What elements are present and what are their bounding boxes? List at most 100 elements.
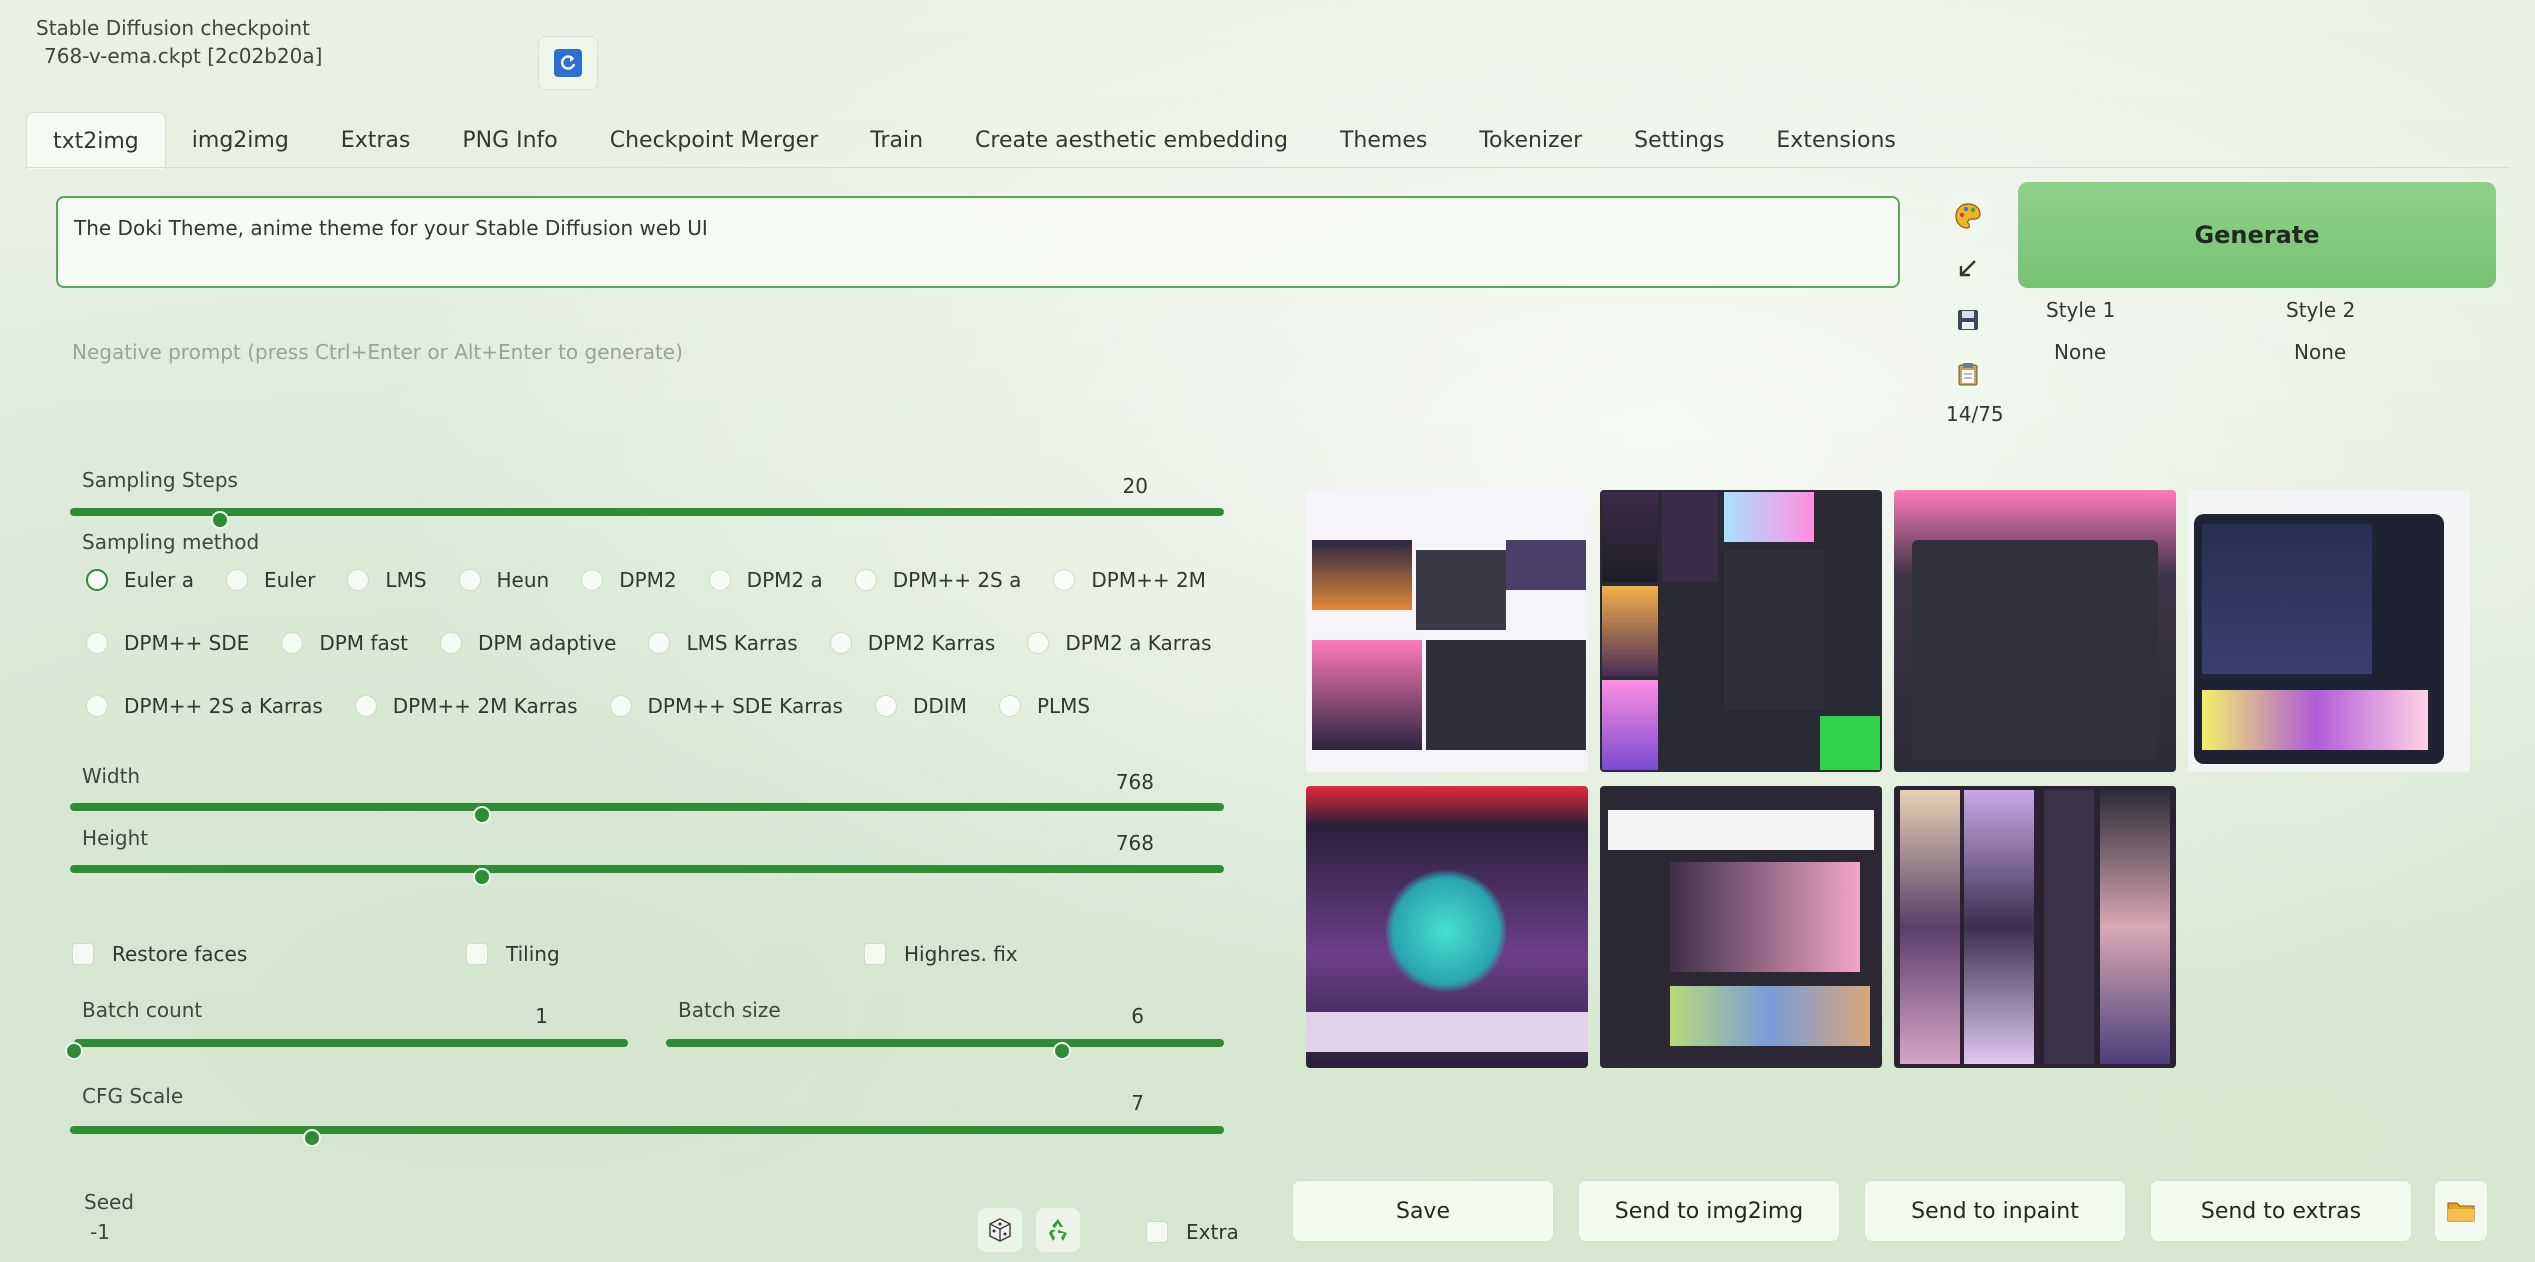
batch-size-value[interactable]: 6 — [1064, 1004, 1144, 1028]
radio-dot — [86, 695, 108, 717]
sampler-option[interactable]: DPM adaptive — [430, 621, 629, 665]
random-seed-button[interactable] — [978, 1208, 1022, 1252]
batch-count-value[interactable]: 1 — [468, 1004, 548, 1028]
style1-label: Style 1 — [2046, 298, 2116, 322]
slider-thumb[interactable] — [303, 1129, 322, 1147]
tab-extras[interactable]: Extras — [315, 112, 437, 168]
sampling-method-label: Sampling method — [82, 530, 260, 554]
cfg-scale-slider[interactable] — [70, 1126, 1224, 1147]
sampler-option[interactable]: DPM2 — [571, 558, 688, 602]
highres-fix-checkbox[interactable]: Highres. fix — [864, 942, 1018, 966]
save-style-button[interactable] — [1946, 298, 1990, 342]
radio-dot — [86, 632, 108, 654]
slider-thumb[interactable] — [211, 511, 230, 529]
save-button[interactable]: Save — [1292, 1180, 1554, 1242]
tab-extensions[interactable]: Extensions — [1750, 112, 1921, 168]
sampler-option[interactable]: DPM++ 2M — [1043, 558, 1218, 602]
tab-tokenizer[interactable]: Tokenizer — [1453, 112, 1608, 168]
tab-themes[interactable]: Themes — [1314, 112, 1453, 168]
reuse-seed-button[interactable] — [1036, 1208, 1080, 1252]
slider-track — [70, 803, 1224, 811]
open-folder-button[interactable] — [2434, 1180, 2488, 1242]
gallery-image[interactable] — [1600, 786, 1882, 1068]
refresh-checkpoint-button[interactable] — [538, 36, 598, 90]
read-params-button[interactable] — [1946, 246, 1990, 290]
gallery-image[interactable] — [1306, 490, 1588, 772]
slider-thumb[interactable] — [65, 1042, 83, 1060]
slider-track — [74, 1039, 628, 1047]
height-label: Height — [82, 826, 149, 850]
sampler-option[interactable]: LMS Karras — [638, 621, 809, 665]
sampler-option[interactable]: DPM++ 2M Karras — [345, 684, 590, 728]
tab-png-info[interactable]: PNG Info — [436, 112, 583, 168]
slider-thumb[interactable] — [472, 868, 491, 886]
cfg-scale-label: CFG Scale — [82, 1084, 184, 1108]
checkbox-box — [466, 943, 488, 965]
generate-button[interactable]: Generate — [2018, 182, 2496, 288]
tiling-checkbox[interactable]: Tiling — [466, 942, 560, 966]
send-to-img2img-button[interactable]: Send to img2img — [1578, 1180, 1840, 1242]
sampling-steps-value[interactable]: 20 — [1068, 474, 1148, 498]
sampler-option[interactable]: Euler a — [76, 558, 206, 602]
radio-dot — [439, 632, 462, 654]
gallery-image[interactable] — [1600, 490, 1882, 772]
tab-train[interactable]: Train — [844, 112, 949, 168]
save-icon — [1958, 310, 1978, 330]
sampler-option[interactable]: PLMS — [989, 684, 1102, 728]
sampler-option[interactable]: DPM2 a — [699, 558, 835, 602]
cfg-scale-value[interactable]: 7 — [1064, 1091, 1144, 1115]
sampler-option[interactable]: DPM2 a Karras — [1017, 621, 1223, 665]
tab-checkpoint-merger[interactable]: Checkpoint Merger — [584, 112, 845, 168]
prompt-input[interactable]: The Doki Theme, anime theme for your Sta… — [56, 196, 1900, 288]
extra-seed-checkbox[interactable]: Extra — [1146, 1220, 1239, 1244]
batch-count-slider[interactable] — [65, 1039, 628, 1060]
arrow-icon — [1959, 260, 1976, 277]
slider-track — [70, 508, 1224, 516]
sampler-option[interactable]: DPM++ SDE — [76, 621, 261, 665]
send-to-extras-button[interactable]: Send to extras — [2150, 1180, 2412, 1242]
sampler-option[interactable]: DPM++ SDE Karras — [600, 684, 855, 728]
width-slider[interactable] — [70, 803, 1224, 824]
tab-txt2img[interactable]: txt2img — [26, 112, 166, 169]
checkpoint-dropdown[interactable]: 768-v-ema.ckpt [2c02b20a] — [44, 44, 322, 68]
style2-dropdown[interactable]: None — [2294, 340, 2346, 364]
sampler-option[interactable]: DPM fast — [271, 621, 420, 665]
style1-dropdown[interactable]: None — [2054, 340, 2106, 364]
paint-style-button[interactable] — [1946, 194, 1990, 238]
checkbox-box — [864, 943, 886, 965]
radio-dot — [1053, 569, 1076, 591]
negative-prompt-input[interactable]: Negative prompt (press Ctrl+Enter or Alt… — [56, 330, 1900, 420]
batch-size-slider[interactable] — [666, 1039, 1224, 1060]
tab-settings[interactable]: Settings — [1608, 112, 1750, 168]
restore-faces-checkbox[interactable]: Restore faces — [72, 942, 247, 966]
width-value[interactable]: 768 — [1074, 770, 1154, 794]
radio-dot — [998, 695, 1021, 717]
radio-dot — [347, 569, 370, 591]
sampling-steps-slider[interactable] — [70, 508, 1224, 529]
slider-thumb[interactable] — [472, 806, 491, 824]
tab-img2img[interactable]: img2img — [166, 112, 315, 168]
sampler-option[interactable]: DPM2 Karras — [820, 621, 1008, 665]
sampler-row-1: Euler a Euler LMS Heun DPM2 DPM2 a DPM++… — [76, 558, 1228, 602]
checkbox-box — [1146, 1221, 1168, 1243]
slider-thumb[interactable] — [1053, 1042, 1072, 1060]
apply-style-button[interactable] — [1946, 352, 1990, 396]
gallery-image[interactable] — [1894, 490, 2176, 772]
gallery-image[interactable] — [2188, 490, 2470, 772]
radio-dot — [648, 632, 671, 654]
seed-input[interactable]: -1 — [90, 1220, 110, 1244]
radio-dot — [281, 632, 304, 654]
sampler-option[interactable]: DDIM — [865, 684, 979, 728]
sampler-option[interactable]: DPM++ 2S a Karras — [76, 684, 335, 728]
tab-create-aesthetic-embedding[interactable]: Create aesthetic embedding — [949, 112, 1314, 168]
send-to-inpaint-button[interactable]: Send to inpaint — [1864, 1180, 2126, 1242]
gallery-image[interactable] — [1306, 786, 1588, 1068]
tab-divider — [26, 167, 2510, 168]
sampler-option[interactable]: LMS — [337, 558, 438, 602]
gallery-image[interactable] — [1894, 786, 2176, 1068]
height-value[interactable]: 768 — [1074, 831, 1154, 855]
sampler-option[interactable]: Heun — [449, 558, 562, 602]
height-slider[interactable] — [70, 865, 1224, 886]
sampler-option[interactable]: DPM++ 2S a — [845, 558, 1034, 602]
sampler-option[interactable]: Euler — [216, 558, 327, 602]
